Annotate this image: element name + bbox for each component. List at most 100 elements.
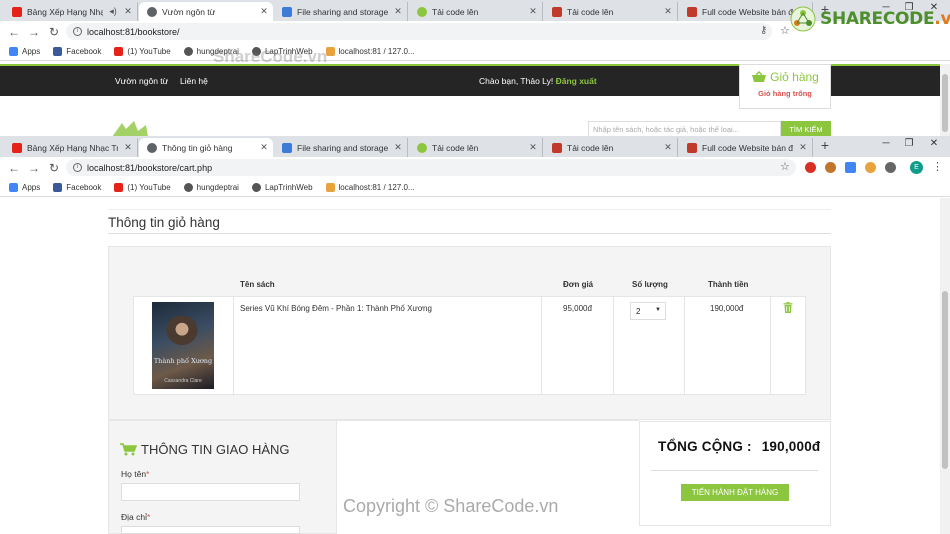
reload-icon[interactable]: ↻ xyxy=(44,25,64,39)
tab-2-1[interactable]: Thông tin giỏ hàng ✕ xyxy=(139,138,273,157)
sharecode-logo-icon xyxy=(790,6,816,32)
close-icon[interactable]: ✕ xyxy=(528,6,538,17)
address-label: Địa chỉ* xyxy=(121,512,150,522)
restore-icon[interactable]: ❐ xyxy=(899,138,919,149)
tab-title: Full code Website bán đồ thể xyxy=(702,6,793,17)
profile-avatar[interactable]: E xyxy=(910,161,923,174)
nav-link-home[interactable]: Vườn ngôn từ xyxy=(115,76,168,86)
tab-1-1[interactable]: Vườn ngôn từ ✕ xyxy=(139,2,273,21)
bookmark-apps[interactable]: Apps xyxy=(9,182,40,192)
address-bar-2[interactable]: i localhost:81/bookstore/cart.php xyxy=(66,159,796,176)
menu-icon[interactable]: ⋮ xyxy=(932,160,943,173)
tab-1-3[interactable]: Tải code lên ✕ xyxy=(409,2,543,21)
bookmark-youtube[interactable]: (1) YouTube xyxy=(114,46,171,56)
forward-icon[interactable]: → xyxy=(24,161,44,175)
bookmark-youtube[interactable]: (1) YouTube xyxy=(114,182,171,192)
logo-mark-icon xyxy=(112,121,148,137)
tab-title: Thông tin giỏ hàng xyxy=(162,142,233,153)
close-icon[interactable]: ✕ xyxy=(123,6,133,17)
extension-icon[interactable] xyxy=(825,162,836,173)
item-line-total: 190,000đ xyxy=(710,304,744,313)
nav-link-contact[interactable]: Liên hệ xyxy=(180,76,208,86)
bookmark-facebook[interactable]: Facebook xyxy=(53,46,101,56)
divider xyxy=(613,297,614,394)
translate-icon[interactable] xyxy=(845,162,856,173)
cart-icon xyxy=(120,443,137,456)
trash-icon[interactable] xyxy=(783,302,793,313)
quantity-select[interactable]: 2 ▼ xyxy=(630,302,666,320)
book-cover-image[interactable]: Thành phố Xương Cassandra Clare xyxy=(152,302,214,389)
item-name[interactable]: Series Vũ Khí Bóng Đêm - Phần 1: Thành P… xyxy=(240,304,432,313)
logo-main: SHARE xyxy=(820,9,883,29)
scrollbar-thumb[interactable] xyxy=(942,291,948,469)
tab-1-0[interactable]: Bảng Xếp Hạng Nhạc Trẻ ◂) ✕ xyxy=(4,2,138,21)
scrollbar-1[interactable] xyxy=(940,64,950,136)
extension-icon[interactable] xyxy=(885,162,896,173)
divider xyxy=(651,470,818,471)
extension-icon[interactable] xyxy=(805,162,816,173)
bookmark-laptrinhweb[interactable]: LapTrinhWeb xyxy=(251,182,313,192)
url-text: localhost:81/bookstore/ xyxy=(87,26,180,37)
tab-title: File sharing and storage made xyxy=(297,6,388,17)
bookmark-apps[interactable]: Apps xyxy=(9,46,40,56)
close-icon[interactable]: ✕ xyxy=(123,142,133,153)
key-icon[interactable]: ⚷ xyxy=(760,25,767,36)
star-icon[interactable]: ☆ xyxy=(780,160,790,173)
tab-2-4[interactable]: Tải code lên ✕ xyxy=(544,138,678,157)
site-icon xyxy=(552,142,562,153)
forward-icon[interactable]: → xyxy=(24,25,44,39)
close-icon[interactable]: ✕ xyxy=(393,142,403,153)
total-label: TỔNG CỘNG : xyxy=(658,439,752,454)
address-label-text: Địa chỉ xyxy=(121,512,147,522)
summary-panel xyxy=(639,421,831,526)
mini-cart-title: Giỏ hàng xyxy=(770,70,819,84)
close-icon[interactable]: ✕ xyxy=(528,142,538,153)
tab-title: Full code Website bán đồ thể xyxy=(702,142,793,153)
col-header-name: Tên sách xyxy=(240,280,275,289)
reload-icon[interactable]: ↻ xyxy=(44,161,64,175)
tab-1-2[interactable]: File sharing and storage made ✕ xyxy=(274,2,408,21)
minimize-icon[interactable]: ─ xyxy=(876,138,896,149)
scrollbar-thumb[interactable] xyxy=(942,74,948,132)
close-icon[interactable]: ✕ xyxy=(798,142,808,153)
close-window-icon[interactable]: ✕ xyxy=(924,138,944,149)
close-icon[interactable]: ✕ xyxy=(393,6,403,17)
cover-author: Cassandra Clare xyxy=(164,378,202,384)
new-tab-button[interactable]: + xyxy=(816,137,834,153)
bookmark-localhost[interactable]: localhost:81 / 127.0... xyxy=(325,182,415,192)
close-icon[interactable]: ✕ xyxy=(259,142,269,153)
scrollbar-2[interactable] xyxy=(940,198,950,534)
tab-2-3[interactable]: Tải code lên ✕ xyxy=(409,138,543,157)
tab-2-2[interactable]: File sharing and storage made ✕ xyxy=(274,138,408,157)
fullname-field[interactable] xyxy=(121,483,300,501)
site-icon xyxy=(552,6,562,17)
bookmark-localhost[interactable]: localhost:81 / 127.0... xyxy=(325,46,415,56)
bg-search-button[interactable]: TÌM KIẾM xyxy=(781,121,831,137)
bookmark-hungdeptrai[interactable]: hungdeptrai xyxy=(183,182,239,192)
tab-title: Tải code lên xyxy=(567,6,614,17)
tab-1-4[interactable]: Tải code lên ✕ xyxy=(544,2,678,21)
logout-link[interactable]: Đăng xuất xyxy=(556,76,597,86)
site-logo[interactable] xyxy=(108,121,278,137)
mini-cart[interactable]: Giỏ hàng Giỏ hàng trống xyxy=(739,64,831,109)
tab-2-5[interactable]: Full code Website bán đồ thể ✕ xyxy=(679,138,813,157)
bg-search-input[interactable]: Nhập tên sách, hoặc tác giả, hoặc thể lo… xyxy=(588,121,781,137)
checkout-button[interactable]: TIẾN HÀNH ĐẶT HÀNG xyxy=(681,484,789,501)
close-icon[interactable]: ✕ xyxy=(663,6,673,17)
close-icon[interactable]: ✕ xyxy=(259,6,269,17)
basket-icon xyxy=(752,71,767,82)
star-icon[interactable]: ☆ xyxy=(780,24,790,37)
divider xyxy=(684,297,685,394)
back-icon[interactable]: ← xyxy=(4,161,24,175)
bookmark-facebook[interactable]: Facebook xyxy=(53,182,101,192)
extension-icon[interactable] xyxy=(865,162,876,173)
tab-2-0[interactable]: Bảng Xếp Hạng Nhạc Trẻ ✕ xyxy=(4,138,138,157)
close-icon[interactable]: ✕ xyxy=(663,142,673,153)
bookmark-label: LapTrinhWeb xyxy=(264,182,313,192)
globe-icon xyxy=(147,142,157,153)
back-icon[interactable]: ← xyxy=(4,25,24,39)
shipping-heading-text: THÔNG TIN GIAO HÀNG xyxy=(141,442,290,457)
address-field[interactable] xyxy=(121,526,300,534)
address-bar-1[interactable]: i localhost:81/bookstore/ xyxy=(66,23,772,40)
youtube-icon xyxy=(114,46,124,56)
